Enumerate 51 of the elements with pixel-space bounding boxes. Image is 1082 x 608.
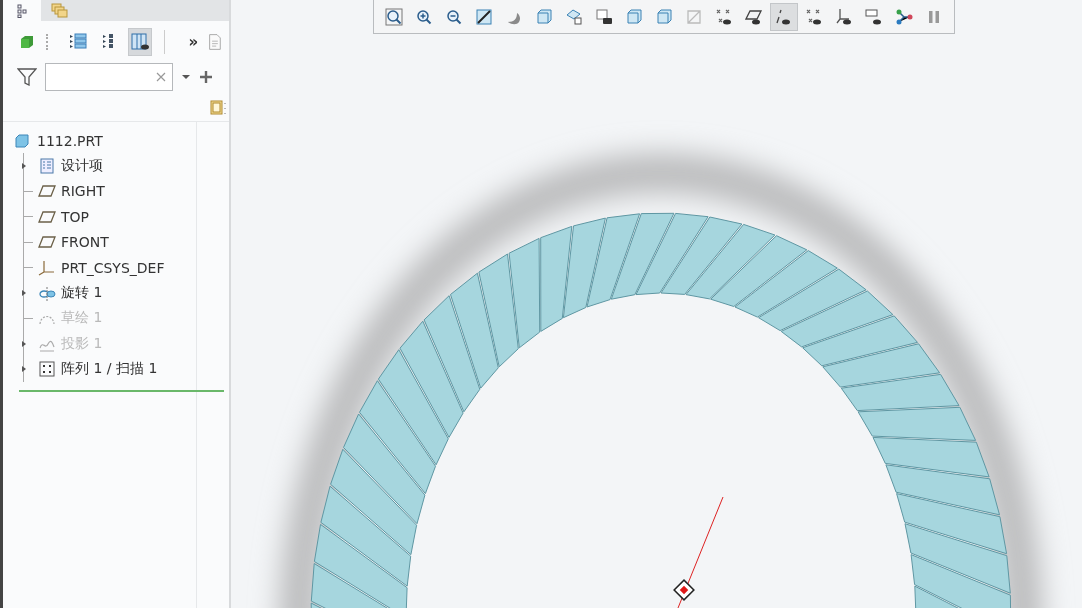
axis-eye-icon [775, 7, 793, 26]
filter-icon[interactable] [17, 68, 37, 86]
dot-grid-icon [38, 361, 56, 378]
columns-icon [130, 32, 151, 52]
separator-grip [46, 34, 50, 50]
add-icon[interactable] [199, 70, 213, 84]
axes-eye-icon [835, 7, 853, 26]
cube-box-icon [565, 7, 583, 26]
slash-square-icon [475, 7, 493, 26]
plane-eye-icon [745, 7, 763, 26]
tree-item[interactable]: 阵列 1 / 扫描 1 [24, 356, 196, 382]
tree-item[interactable]: RIGHT [24, 178, 196, 205]
revolve-icon [38, 285, 56, 302]
tree-item[interactable]: FRONT [24, 229, 196, 255]
tree-icon [17, 3, 27, 18]
expand-arrow-icon[interactable] [21, 289, 27, 298]
cross-eye-icon [805, 7, 823, 26]
zoom-out-icon [445, 7, 463, 26]
layers-icon [51, 2, 69, 19]
camera-icon [595, 7, 613, 26]
cube-icon [655, 7, 673, 26]
plane-icon [38, 208, 56, 225]
cube-icon [625, 7, 643, 26]
tree-item[interactable]: 旋转 1 [24, 280, 196, 306]
cube-icon [18, 34, 35, 50]
list-icon [68, 33, 87, 51]
tag-eye-icon [865, 7, 883, 26]
dropdown-caret-icon[interactable] [181, 74, 191, 80]
plane-icon [38, 183, 56, 200]
model-tree-tab[interactable] [3, 0, 41, 21]
tree-item[interactable]: 设计项 [24, 153, 196, 179]
expand-arrow-icon[interactable] [21, 162, 27, 171]
tree-item[interactable]: TOP [24, 204, 196, 230]
more-button[interactable]: » [184, 34, 203, 50]
tree-item[interactable]: PRT_CSYS_DEF [24, 254, 196, 281]
columns-button[interactable] [128, 28, 152, 56]
dot-list-icon [101, 33, 116, 51]
list-icon [38, 158, 56, 175]
zoom-fit-icon [385, 7, 403, 26]
part-icon [15, 133, 29, 148]
coordinate-axes-icon [38, 259, 56, 276]
clear-icon[interactable] [156, 72, 166, 82]
zoom-in-icon [415, 7, 433, 26]
tree-item[interactable]: 1112.PRT [15, 128, 196, 154]
nodes-icon [895, 7, 913, 26]
expand-arrow-icon[interactable] [21, 365, 27, 374]
plane-icon [38, 234, 56, 251]
axis-display-button[interactable] [770, 2, 798, 31]
search-field[interactable] [45, 63, 173, 91]
cross-eye-icon [715, 7, 733, 26]
cube-icon [535, 7, 553, 26]
